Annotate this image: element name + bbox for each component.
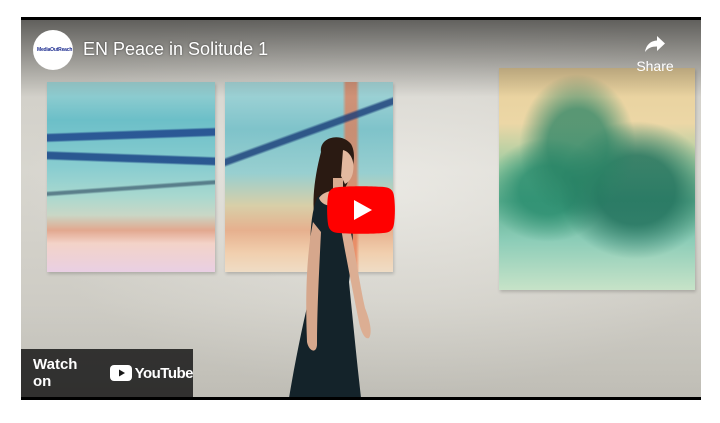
youtube-logo: YouTube (109, 364, 194, 382)
share-label: Share (636, 58, 674, 74)
woman-figure (289, 137, 371, 397)
youtube-play-icon (327, 186, 395, 234)
watch-on-label: Watch on (33, 356, 78, 390)
painting-left (47, 82, 215, 272)
youtube-wordmark: YouTube (134, 364, 194, 382)
video-player[interactable]: MediaOutReach EN Peace in Solitude 1 Sha… (21, 17, 701, 400)
channel-avatar-text: MediaOutReach (37, 47, 73, 53)
painting-right (499, 68, 695, 290)
share-arrow-icon (645, 36, 665, 52)
share-button[interactable]: Share (627, 32, 683, 80)
channel-avatar[interactable]: MediaOutReach (33, 30, 73, 70)
watch-on-youtube-button[interactable]: Watch on YouTube (21, 349, 194, 397)
top-overlay: MediaOutReach EN Peace in Solitude 1 Sha… (21, 17, 701, 97)
youtube-logo-icon (109, 365, 132, 381)
play-button[interactable] (327, 186, 395, 234)
video-title[interactable]: EN Peace in Solitude 1 (83, 39, 268, 60)
